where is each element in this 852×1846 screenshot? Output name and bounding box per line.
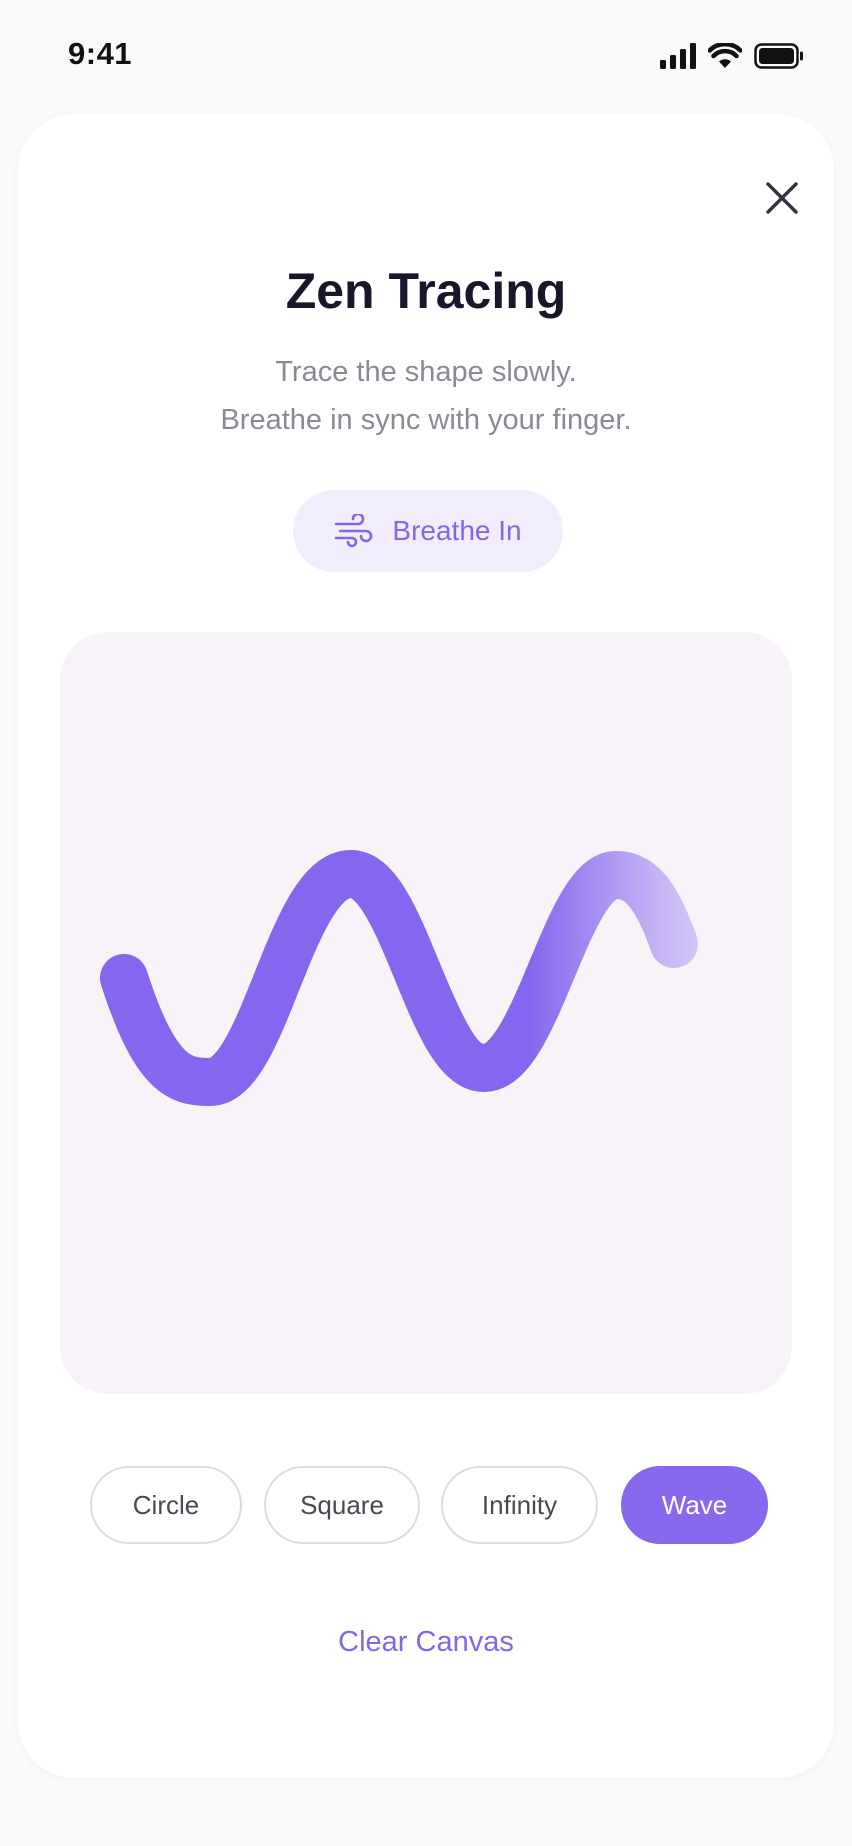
tracing-canvas[interactable] bbox=[60, 632, 792, 1394]
close-button[interactable] bbox=[748, 164, 816, 232]
shape-option-square[interactable]: Square bbox=[264, 1466, 420, 1544]
clear-canvas-button[interactable]: Clear Canvas bbox=[18, 1626, 834, 1659]
breathe-label: Breathe In bbox=[392, 515, 522, 546]
subtitle-line-2: Breathe in sync with your finger. bbox=[220, 404, 632, 436]
cellular-signal-icon bbox=[660, 43, 696, 69]
page-title: Zen Tracing bbox=[285, 263, 567, 319]
shape-option-infinity[interactable]: Infinity bbox=[441, 1466, 598, 1544]
shape-selector: Circle Square Infinity Wave bbox=[90, 1466, 790, 1546]
battery-icon bbox=[754, 43, 803, 69]
status-time: 9:41 bbox=[68, 36, 133, 71]
tracing-card: Zen Tracing Trace the shape slowly. Brea… bbox=[18, 114, 834, 1778]
shape-option-circle[interactable]: Circle bbox=[90, 1466, 242, 1544]
wind-icon bbox=[335, 514, 373, 548]
wave-path bbox=[100, 850, 698, 1106]
subtitle-line-1: Trace the shape slowly. bbox=[275, 356, 577, 388]
status-icons bbox=[660, 40, 804, 72]
subtitle: Trace the shape slowly. Breathe in sync … bbox=[18, 348, 834, 444]
close-icon bbox=[766, 182, 798, 214]
shape-option-wave[interactable]: Wave bbox=[621, 1466, 768, 1544]
wave-trace bbox=[100, 850, 698, 1106]
breathe-indicator: Breathe In bbox=[293, 490, 563, 572]
wifi-icon bbox=[708, 43, 742, 68]
status-bar: 9:41 bbox=[0, 0, 852, 110]
